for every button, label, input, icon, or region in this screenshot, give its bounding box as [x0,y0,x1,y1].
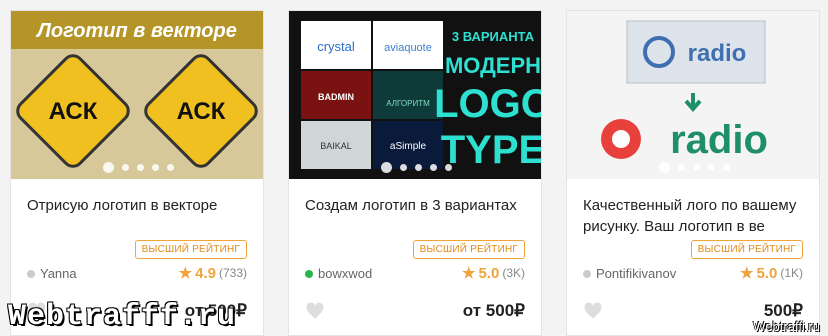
carousel-dots[interactable] [659,162,730,173]
tile-text: aSimple [390,141,427,152]
card-image[interactable]: crystal aviaquote BADMIN АЛГОРИТМ BAIKAL… [289,11,541,179]
star-icon: ★ [178,265,193,282]
heading-line: TYPE [441,128,541,172]
seller-info[interactable]: Pontifikivanov [583,266,676,281]
seller-name[interactable]: Yanna [40,266,77,281]
seller-info[interactable]: bowxwod [305,266,372,281]
tile-text: BADMIN [318,92,354,102]
review-count: (1K) [780,266,803,280]
carousel-dot[interactable] [152,164,159,171]
heart-icon[interactable] [305,301,325,321]
carousel-dot[interactable] [659,162,670,173]
rating: ★ 5.0 (1K) [740,264,803,283]
star-icon: ★ [462,265,476,282]
tile-text: crystal [317,39,355,54]
seller-info[interactable]: Yanna [27,266,77,281]
tile-text: АЛГОРИТМ [386,99,430,108]
carousel-dot[interactable] [415,164,422,171]
top-rating-badge: ВЫСШИЙ РЕЙТИНГ [690,240,803,259]
carousel-dots[interactable] [381,162,452,173]
carousel-dot[interactable] [103,162,114,173]
card-image[interactable]: Логотип в векторе АСК АСК [11,11,263,179]
watermark-small: Webtraffi.ru [753,319,820,334]
card-image[interactable]: radio radio [567,11,819,179]
carousel-dot[interactable] [137,164,144,171]
card-title[interactable]: Отрисую логотип в векторе [27,195,251,216]
banner-text: Логотип в векторе [35,20,237,42]
price: от 500₽ [462,301,525,320]
sign-text: АСК [49,98,98,125]
sketch-logo-text: radio [688,40,747,67]
card-title[interactable]: Качественный лого по вашему рисунку. Ваш… [583,195,807,237]
rating: ★ 4.9 (733) [178,264,247,283]
carousel-dot[interactable] [708,164,715,171]
seller-name[interactable]: Pontifikivanov [596,266,676,281]
service-card[interactable]: Логотип в векторе АСК АСК Отрисую логоти… [10,10,264,336]
tile-text: aviaquote [384,42,432,54]
rating-value: 4.9 [195,264,216,282]
carousel-dot[interactable] [693,164,700,171]
review-count: (3K) [502,266,525,280]
carousel-dot[interactable] [122,164,129,171]
service-card[interactable]: radio radio Качественный лого по вашему … [566,10,820,336]
service-card[interactable]: crystal aviaquote BADMIN АЛГОРИТМ BAIKAL… [288,10,542,336]
carousel-dot[interactable] [381,162,392,173]
carousel-dot[interactable] [445,164,452,171]
top-rating-badge: ВЫСШИЙ РЕЙТИНГ [134,240,247,259]
carousel-dot[interactable] [400,164,407,171]
sign-text: АСК [177,98,226,125]
heart-icon[interactable] [583,301,603,321]
star-icon: ★ [740,265,754,282]
online-status-icon [27,269,35,278]
rating-value: 5.0 [756,264,778,282]
carousel-dot[interactable] [167,164,174,171]
heading-line: МОДЕРН [445,53,541,78]
top-rating-badge: ВЫСШИЙ РЕЙТИНГ [412,240,525,259]
rating-value: 5.0 [478,264,500,282]
online-status-icon [305,269,313,278]
review-count: (733) [218,266,247,280]
carousel-dot[interactable] [678,164,685,171]
online-status-icon [583,269,591,278]
rating: ★ 5.0 (3K) [462,264,525,283]
seller-name[interactable]: bowxwod [318,266,372,281]
tile-text: BAIKAL [320,141,352,151]
price: 500₽ [763,301,803,320]
heading-line: 3 ВАРИАНТА [452,29,535,44]
carousel-dot[interactable] [430,164,437,171]
final-logo-text: radio [670,118,768,162]
heading-line: LOGO [434,82,541,126]
carousel-dots[interactable] [103,162,174,173]
watermark-large: Webtrafff.ru [8,300,237,334]
carousel-dot[interactable] [723,164,730,171]
card-title[interactable]: Создам логотип в 3 вариантах [305,195,529,216]
